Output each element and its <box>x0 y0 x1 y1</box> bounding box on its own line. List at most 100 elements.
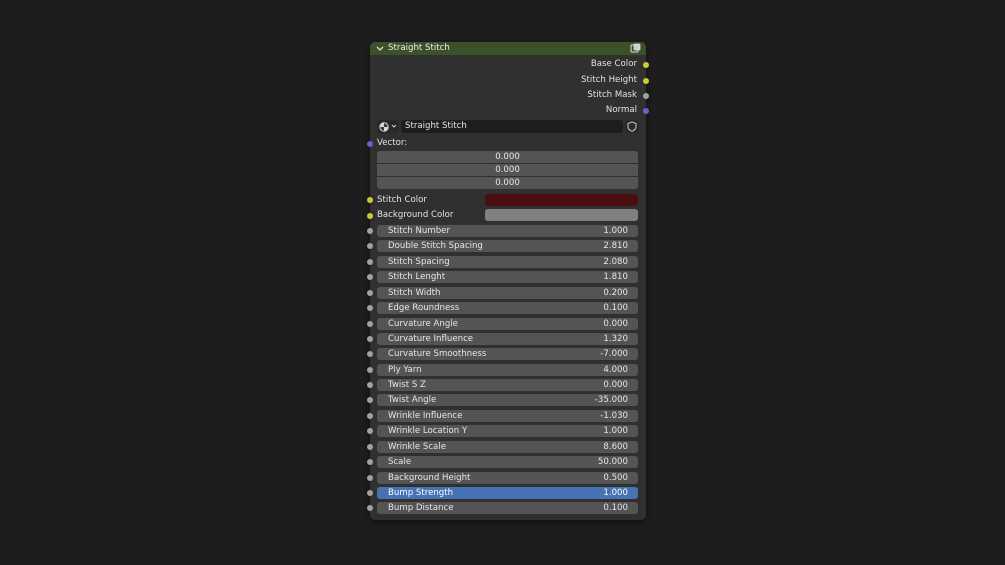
wrinkle-influence-slider[interactable]: Wrinkle Influence -1.030 <box>377 410 638 422</box>
slider-value: 1.000 <box>603 426 628 436</box>
slider-label: Twist Angle <box>388 395 437 405</box>
slider-label: Scale <box>388 457 412 467</box>
input-curvature-smoothness-socket[interactable] <box>367 351 373 357</box>
curvature-smoothness-slider[interactable]: Curvature Smoothness -7.000 <box>377 348 638 360</box>
slider-value: 2.080 <box>603 257 628 267</box>
slider-value: -35.000 <box>594 395 628 405</box>
node-title: Straight Stitch <box>388 43 450 53</box>
slider-label: Stitch Width <box>388 288 441 298</box>
input-stitch-spacing-socket[interactable] <box>367 259 373 265</box>
stitch-lenght-slider[interactable]: Stitch Lenght 1.810 <box>377 271 638 283</box>
slider-label: Edge Roundness <box>388 303 460 313</box>
scale-slider[interactable]: Scale 50.000 <box>377 456 638 468</box>
node-group-name: Straight Stitch <box>405 121 467 131</box>
slider-value: 2.810 <box>603 241 628 251</box>
input-edge-roundness-socket[interactable] <box>367 305 373 311</box>
slider-value: 0.100 <box>603 503 628 513</box>
data-block-type-button[interactable] <box>377 120 399 133</box>
slider-label: Ply Yarn <box>388 365 422 375</box>
slider-value: 0.100 <box>603 303 628 313</box>
bump-distance-slider[interactable]: Bump Distance 0.100 <box>377 502 638 514</box>
stitch-color-swatch[interactable] <box>485 194 638 206</box>
slider-label: Wrinkle Influence <box>388 411 463 421</box>
input-bump-distance-socket[interactable] <box>367 505 373 511</box>
input-bump-strength-socket[interactable] <box>367 490 373 496</box>
input-double-stitch-spacing-socket[interactable] <box>367 243 373 249</box>
slider-label: Double Stitch Spacing <box>388 241 483 251</box>
input-wrinkle-scale-socket[interactable] <box>367 444 373 450</box>
input-background-height-socket[interactable] <box>367 475 373 481</box>
input-curvature-influence-socket[interactable] <box>367 336 373 342</box>
input-stitch-width-socket[interactable] <box>367 290 373 296</box>
node-header[interactable]: Straight Stitch <box>370 42 646 55</box>
input-vector-socket[interactable] <box>367 141 373 147</box>
input-stitch-number-socket[interactable] <box>367 228 373 234</box>
output-stitch-height-label: Stitch Height <box>581 75 637 85</box>
chevron-down-icon <box>391 124 397 128</box>
straight-stitch-node[interactable]: Straight Stitch Base Color Stitch Height… <box>367 42 649 520</box>
twist-s-z-slider[interactable]: Twist S Z 0.000 <box>377 379 638 391</box>
curvature-influence-slider[interactable]: Curvature Influence 1.320 <box>377 333 638 345</box>
input-wrinkle-influence-socket[interactable] <box>367 413 373 419</box>
twist-angle-slider[interactable]: Twist Angle -35.000 <box>377 394 638 406</box>
fake-user-button[interactable] <box>625 120 639 133</box>
output-normal-socket[interactable] <box>643 108 649 114</box>
stitch-color-label: Stitch Color <box>377 195 427 205</box>
slider-value: -7.000 <box>600 349 628 359</box>
input-twist-s-z-socket[interactable] <box>367 382 373 388</box>
slider-value: 0.200 <box>603 288 628 298</box>
slider-label: Background Height <box>388 473 471 483</box>
slider-label: Wrinkle Location Y <box>388 426 468 436</box>
vector-y-field[interactable]: 0.000 <box>377 164 638 176</box>
slider-label: Bump Distance <box>388 503 454 513</box>
input-stitch-color-socket[interactable] <box>367 197 373 203</box>
slider-label: Stitch Lenght <box>388 272 446 282</box>
edge-roundness-slider[interactable]: Edge Roundness 0.100 <box>377 302 638 314</box>
slider-value: 1.810 <box>603 272 628 282</box>
ply-yarn-slider[interactable]: Ply Yarn 4.000 <box>377 364 638 376</box>
slider-value: 8.600 <box>603 442 628 452</box>
output-base-color-label: Base Color <box>590 59 637 69</box>
shield-icon <box>627 121 637 132</box>
input-wrinkle-location-y-socket[interactable] <box>367 428 373 434</box>
double-stitch-spacing-slider[interactable]: Double Stitch Spacing 2.810 <box>377 240 638 252</box>
background-color-swatch[interactable] <box>485 209 638 221</box>
input-stitch-lenght-socket[interactable] <box>367 274 373 280</box>
input-background-color-socket[interactable] <box>367 213 373 219</box>
input-twist-angle-socket[interactable] <box>367 397 373 403</box>
sphere-icon <box>379 122 389 132</box>
output-stitch-mask-socket[interactable] <box>643 93 649 99</box>
output-normal-label: Normal <box>605 105 637 115</box>
stitch-spacing-slider[interactable]: Stitch Spacing 2.080 <box>377 256 638 268</box>
vector-input: 0.000 0.000 0.000 <box>377 151 638 192</box>
output-stitch-height-socket[interactable] <box>643 78 649 84</box>
wrinkle-location-y-slider[interactable]: Wrinkle Location Y 1.000 <box>377 425 638 437</box>
background-height-slider[interactable]: Background Height 0.500 <box>377 472 638 484</box>
vector-x-field[interactable]: 0.000 <box>377 151 638 163</box>
output-stitch-mask-label: Stitch Mask <box>587 90 637 100</box>
slider-label: Curvature Smoothness <box>388 349 487 359</box>
slider-value: 50.000 <box>597 457 628 467</box>
stitch-number-slider[interactable]: Stitch Number 1.000 <box>377 225 638 237</box>
slider-label: Wrinkle Scale <box>388 442 446 452</box>
slider-value: 0.500 <box>603 473 628 483</box>
wrinkle-scale-slider[interactable]: Wrinkle Scale 8.600 <box>377 441 638 453</box>
stitch-width-slider[interactable]: Stitch Width 0.200 <box>377 287 638 299</box>
output-base-color-socket[interactable] <box>643 62 649 68</box>
input-ply-yarn-socket[interactable] <box>367 367 373 373</box>
input-curvature-angle-socket[interactable] <box>367 321 373 327</box>
node-group-selector: Straight Stitch <box>377 120 639 134</box>
slider-label: Curvature Angle <box>388 319 458 329</box>
slider-value: 1.000 <box>603 226 628 236</box>
slider-label: Stitch Spacing <box>388 257 450 267</box>
vector-z-field[interactable]: 0.000 <box>377 177 638 189</box>
curvature-angle-slider[interactable]: Curvature Angle 0.000 <box>377 318 638 330</box>
slider-value: 1.320 <box>603 334 628 344</box>
node-group-name-field[interactable]: Straight Stitch <box>401 120 623 133</box>
input-scale-socket[interactable] <box>367 459 373 465</box>
node-group-icon[interactable] <box>630 43 641 54</box>
chevron-down-icon[interactable] <box>375 44 385 53</box>
slider-label: Curvature Influence <box>388 334 474 344</box>
slider-label: Twist S Z <box>388 380 426 390</box>
bump-strength-slider[interactable]: Bump Strength 1.000 <box>377 487 638 499</box>
